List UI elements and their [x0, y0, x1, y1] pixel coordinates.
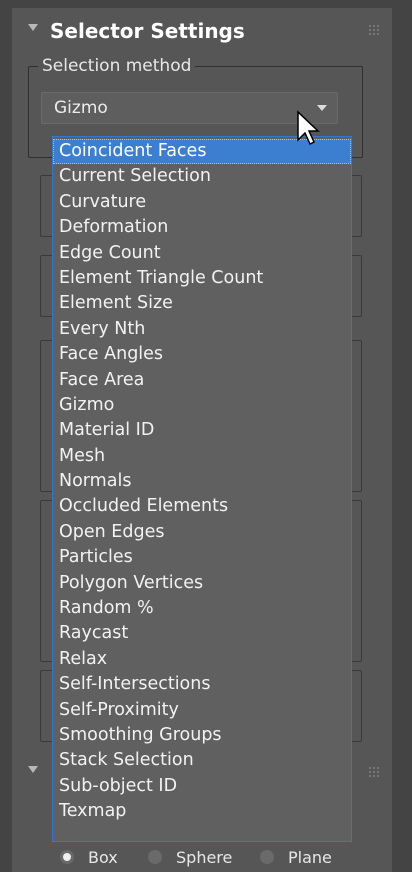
grip-icon[interactable]	[368, 24, 380, 36]
collapse-arrow-icon[interactable]	[28, 24, 38, 31]
dropdown-list-item[interactable]: Smoothing Groups	[53, 723, 351, 748]
radio-box[interactable]	[60, 850, 74, 864]
selection-method-list[interactable]: Coincident Faces Current Selection Curvatu…	[52, 136, 352, 842]
mouse-cursor-icon	[297, 110, 320, 146]
dropdown-list-item[interactable]: Raycast	[53, 621, 351, 646]
dropdown-list-item[interactable]: Current Selection	[53, 164, 351, 189]
dropdown-list-item[interactable]: Polygon Vertices	[53, 571, 351, 596]
radio-sphere-label: Sphere	[176, 848, 233, 867]
dropdown-list-item[interactable]: Random %	[53, 596, 351, 621]
dropdown-list-item[interactable]: Particles	[53, 545, 351, 570]
dropdown-list-item[interactable]: Occluded Elements	[53, 494, 351, 519]
dropdown-list-item[interactable]: Sub-object ID	[53, 774, 351, 799]
dropdown-list-item[interactable]: Element Size	[53, 291, 351, 316]
dropdown-list-item[interactable]: Element Triangle Count	[53, 266, 351, 291]
radio-box-label: Box	[88, 848, 118, 867]
dropdown-list-item[interactable]: Every Nth	[53, 317, 351, 342]
collapse-arrow-icon[interactable]	[28, 766, 38, 773]
dropdown-list-item[interactable]: Edge Count	[53, 241, 351, 266]
dropdown-value: Gizmo	[54, 98, 108, 118]
dropdown-list-item[interactable]: Texmap	[53, 799, 351, 824]
radio-plane[interactable]	[260, 850, 274, 864]
radio-sphere[interactable]	[148, 850, 162, 864]
dropdown-list-item[interactable]: Normals	[53, 469, 351, 494]
dropdown-list-item[interactable]: Self-Intersections	[53, 672, 351, 697]
grip-icon[interactable]	[368, 766, 380, 778]
rollout-header[interactable]: Selector Settings	[12, 8, 392, 52]
dropdown-list-item[interactable]: Material ID	[53, 418, 351, 443]
selection-method-dropdown[interactable]: Gizmo	[41, 92, 338, 124]
dropdown-list-item[interactable]: Gizmo	[53, 393, 351, 418]
dropdown-list-item[interactable]: Face Angles	[53, 342, 351, 367]
dropdown-list-item[interactable]: Deformation	[53, 215, 351, 240]
dropdown-list-item[interactable]: Open Edges	[53, 520, 351, 545]
dropdown-list-item[interactable]: Mesh	[53, 444, 351, 469]
dropdown-list-item[interactable]: Curvature	[53, 190, 351, 215]
dropdown-list-item[interactable]: Stack Selection	[53, 748, 351, 773]
rollout-title: Selector Settings	[50, 19, 245, 43]
radio-plane-label: Plane	[288, 848, 332, 867]
dropdown-list-item[interactable]: Face Area	[53, 368, 351, 393]
dropdown-list-item[interactable]: Relax	[53, 647, 351, 672]
selection-method-label: Selection method	[38, 56, 196, 76]
dropdown-list-item[interactable]: Self-Proximity	[53, 698, 351, 723]
gizmo-shape-radio-group: Box Sphere Plane	[60, 846, 380, 867]
